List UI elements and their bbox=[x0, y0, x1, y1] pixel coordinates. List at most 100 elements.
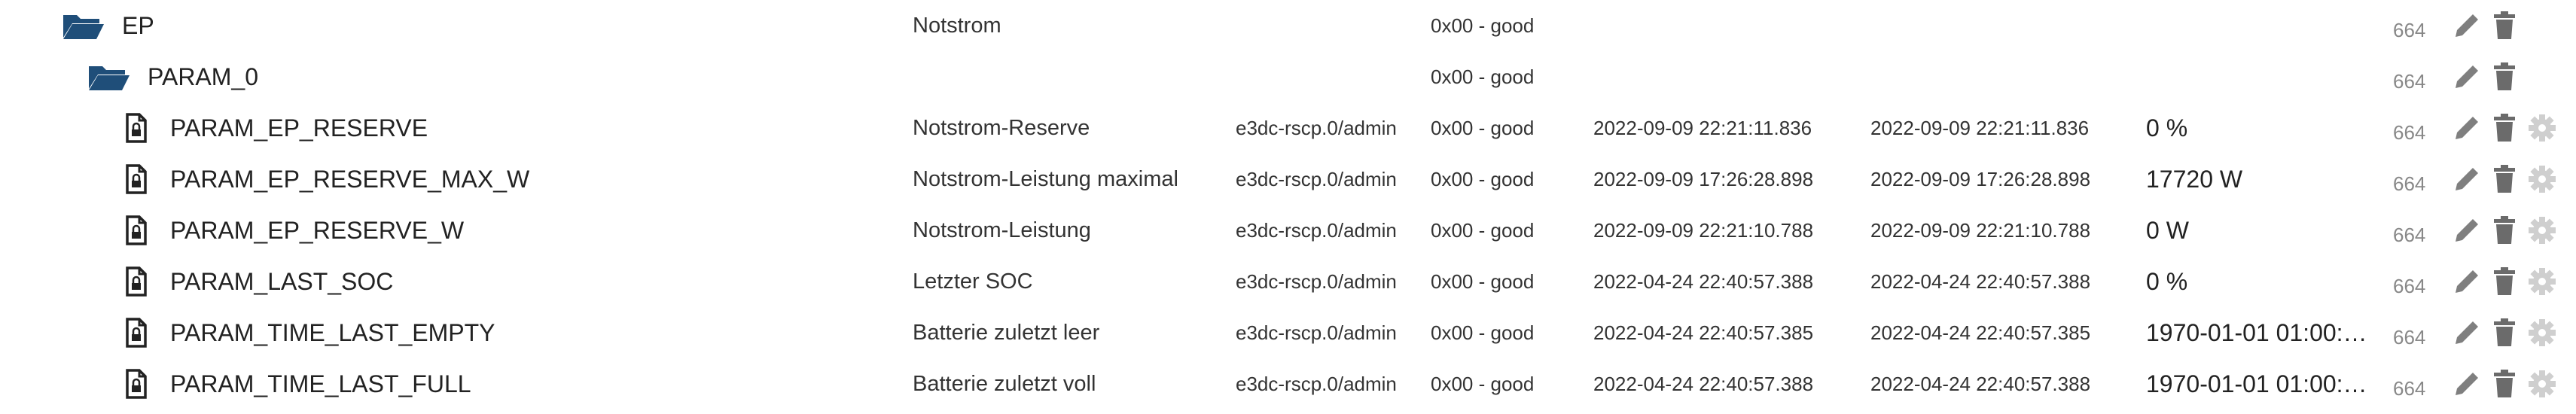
trash-icon[interactable] bbox=[2488, 205, 2521, 256]
object-status: 0x00 - good bbox=[1431, 373, 1535, 395]
object-role: e3dc-rscp.0/admin bbox=[1236, 373, 1397, 395]
object-name: PARAM_TIME_LAST_FULL bbox=[170, 370, 471, 397]
object-value: 1970-01-01 01:00:… bbox=[2146, 370, 2367, 397]
object-status: 0x00 - good bbox=[1431, 168, 1535, 190]
object-status: 0x00 - good bbox=[1431, 321, 1535, 344]
object-timestamp: 2022-09-09 22:21:10.788 bbox=[1593, 219, 1814, 242]
object-acl: 664 bbox=[2393, 121, 2426, 144]
gear-icon[interactable] bbox=[2526, 102, 2559, 154]
object-acl: 664 bbox=[2393, 172, 2426, 195]
file-lock-icon[interactable] bbox=[125, 102, 148, 154]
object-description: Batterie zuletzt voll bbox=[913, 372, 1096, 396]
object-last-change: 2022-09-09 17:26:28.898 bbox=[1870, 168, 2091, 190]
object-status: 0x00 - good bbox=[1431, 14, 1535, 37]
gear-icon[interactable] bbox=[2526, 154, 2559, 205]
table-row[interactable]: PARAM_EP_RESERVE_W Notstrom-Leistung e3dc-… bbox=[0, 205, 2576, 256]
object-name: PARAM_TIME_LAST_EMPTY bbox=[170, 319, 495, 346]
trash-icon[interactable] bbox=[2488, 154, 2521, 205]
object-role: e3dc-rscp.0/admin bbox=[1236, 117, 1397, 139]
file-lock-icon[interactable] bbox=[125, 307, 148, 358]
object-name: PARAM_EP_RESERVE_MAX_W bbox=[170, 166, 530, 193]
object-description: Notstrom-Leistung maximal bbox=[913, 167, 1178, 191]
object-last-change: 2022-04-24 22:40:57.388 bbox=[1870, 373, 2091, 395]
trash-icon[interactable] bbox=[2488, 358, 2521, 409]
object-timestamp bbox=[1593, 0, 1864, 51]
object-timestamp: 2022-04-24 22:40:57.385 bbox=[1593, 321, 1814, 344]
object-last-change bbox=[1870, 0, 2142, 51]
folder-open-icon[interactable] bbox=[87, 51, 131, 102]
object-status: 0x00 - good bbox=[1431, 219, 1535, 242]
object-value: 17720 W bbox=[2146, 166, 2243, 193]
object-last-change: 2022-09-09 22:21:11.836 bbox=[1870, 117, 2090, 139]
gear-icon[interactable] bbox=[2526, 358, 2559, 409]
object-description: Batterie zuletzt leer bbox=[913, 321, 1100, 345]
object-timestamp bbox=[1593, 51, 1864, 102]
object-last-change: 2022-04-24 22:40:57.385 bbox=[1870, 321, 2091, 344]
object-name: PARAM_EP_RESERVE bbox=[170, 114, 428, 142]
object-acl: 664 bbox=[2393, 377, 2426, 400]
object-acl: 664 bbox=[2393, 275, 2426, 297]
object-value bbox=[2146, 51, 2372, 102]
object-last-change bbox=[1870, 51, 2142, 102]
object-value bbox=[2146, 0, 2372, 51]
file-lock-icon[interactable] bbox=[125, 205, 148, 256]
object-description: Notstrom bbox=[913, 14, 1001, 38]
object-acl: 664 bbox=[2393, 19, 2426, 41]
trash-icon[interactable] bbox=[2488, 307, 2521, 358]
pencil-icon[interactable] bbox=[2450, 154, 2483, 205]
object-role: e3dc-rscp.0/admin bbox=[1236, 219, 1397, 242]
object-role bbox=[1236, 51, 1424, 102]
object-description: Letzter SOC bbox=[913, 269, 1033, 294]
table-row[interactable]: PARAM_0 0x00 - good 664 bbox=[0, 51, 2576, 102]
pencil-icon[interactable] bbox=[2450, 256, 2483, 307]
object-last-change: 2022-04-24 22:40:57.388 bbox=[1870, 270, 2091, 293]
pencil-icon[interactable] bbox=[2450, 358, 2483, 409]
object-acl: 664 bbox=[2393, 70, 2426, 93]
object-last-change: 2022-09-09 22:21:10.788 bbox=[1870, 219, 2091, 242]
object-value: 0 % bbox=[2146, 114, 2188, 142]
file-lock-icon[interactable] bbox=[125, 256, 148, 307]
object-timestamp: 2022-09-09 17:26:28.898 bbox=[1593, 168, 1814, 190]
table-row[interactable]: PARAM_TIME_LAST_EMPTY Batterie zuletzt le… bbox=[0, 307, 2576, 358]
object-role: e3dc-rscp.0/admin bbox=[1236, 270, 1397, 293]
object-role: e3dc-rscp.0/admin bbox=[1236, 168, 1397, 190]
gear-icon[interactable] bbox=[2526, 307, 2559, 358]
object-name: PARAM_EP_RESERVE_W bbox=[170, 217, 465, 244]
object-name: PARAM_LAST_SOC bbox=[170, 268, 394, 295]
pencil-icon[interactable] bbox=[2450, 205, 2483, 256]
object-name: PARAM_0 bbox=[148, 63, 259, 90]
object-status: 0x00 - good bbox=[1431, 65, 1535, 88]
table-row[interactable]: PARAM_LAST_SOC Letzter SOC e3dc-rscp.0/adm… bbox=[0, 256, 2576, 307]
file-lock-icon[interactable] bbox=[125, 154, 148, 205]
object-status: 0x00 - good bbox=[1431, 270, 1535, 293]
object-status: 0x00 - good bbox=[1431, 117, 1535, 139]
object-timestamp: 2022-09-09 22:21:11.836 bbox=[1593, 117, 1812, 139]
table-row[interactable]: EP Notstrom 0x00 - good 664 bbox=[0, 0, 2576, 51]
gear-icon[interactable] bbox=[2526, 205, 2559, 256]
trash-icon[interactable] bbox=[2488, 256, 2521, 307]
object-timestamp: 2022-04-24 22:40:57.388 bbox=[1593, 373, 1814, 395]
table-row[interactable]: PARAM_TIME_LAST_FULL Batterie zuletzt vol… bbox=[0, 358, 2576, 409]
object-description bbox=[913, 51, 1229, 102]
object-acl: 664 bbox=[2393, 326, 2426, 349]
pencil-icon[interactable] bbox=[2450, 102, 2483, 154]
object-value: 0 W bbox=[2146, 217, 2189, 244]
file-lock-icon[interactable] bbox=[125, 358, 148, 409]
object-value: 0 % bbox=[2146, 268, 2188, 295]
object-name: EP bbox=[122, 12, 154, 39]
pencil-icon[interactable] bbox=[2450, 51, 2483, 102]
pencil-icon[interactable] bbox=[2450, 307, 2483, 358]
object-tree-table: EP Notstrom 0x00 - good 664 PARAM_0 0x00 - go… bbox=[0, 0, 2576, 411]
object-timestamp: 2022-04-24 22:40:57.388 bbox=[1593, 270, 1814, 293]
pencil-icon[interactable] bbox=[2450, 0, 2483, 51]
trash-icon[interactable] bbox=[2488, 51, 2521, 102]
object-role bbox=[1236, 0, 1424, 51]
table-row[interactable]: PARAM_EP_RESERVE_MAX_W Notstrom-Leistung … bbox=[0, 154, 2576, 205]
folder-open-icon[interactable] bbox=[62, 0, 105, 51]
object-role: e3dc-rscp.0/admin bbox=[1236, 321, 1397, 344]
gear-icon[interactable] bbox=[2526, 256, 2559, 307]
object-value: 1970-01-01 01:00:… bbox=[2146, 319, 2367, 346]
table-row[interactable]: PARAM_EP_RESERVE Notstrom-Reserve e3dc-rsc… bbox=[0, 102, 2576, 154]
trash-icon[interactable] bbox=[2488, 102, 2521, 154]
trash-icon[interactable] bbox=[2488, 0, 2521, 51]
